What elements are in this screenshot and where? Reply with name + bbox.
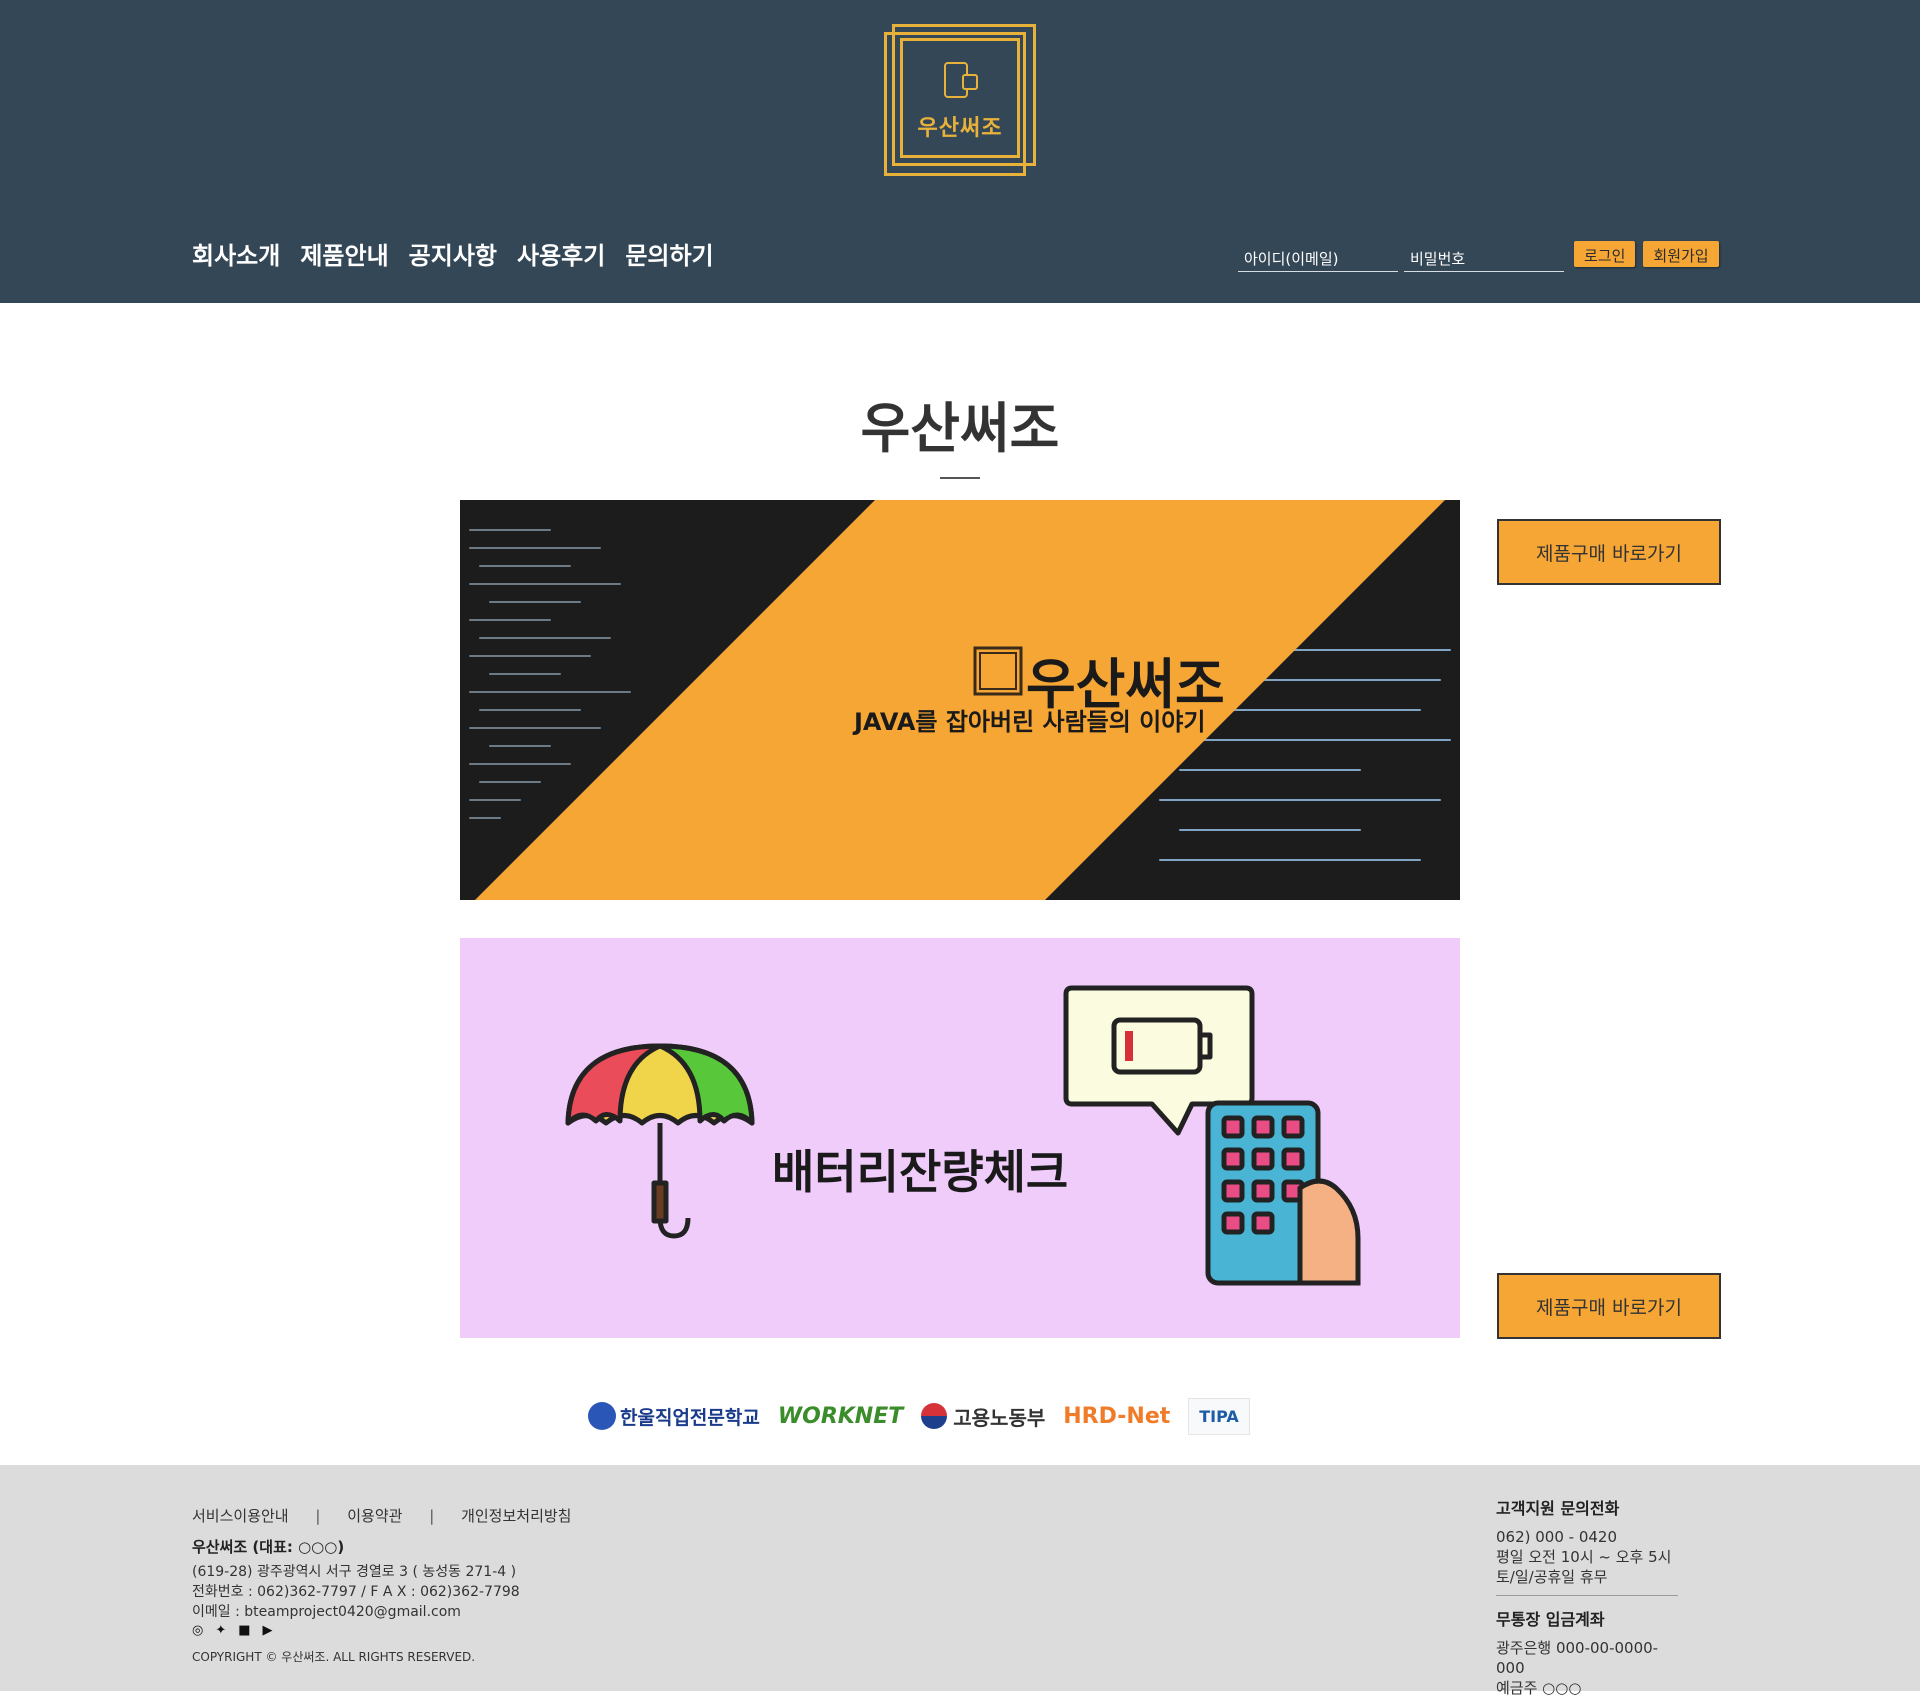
id-input[interactable] — [1238, 240, 1398, 272]
nav-products[interactable]: 제품안내 — [300, 236, 388, 271]
bank-account: 광주은행 000-00-0000-000 — [1496, 1639, 1659, 1677]
footer-divider — [1496, 1595, 1678, 1596]
company-name: 우산써조 (대표: ○○○) — [192, 1538, 345, 1556]
partner-worknet[interactable]: WORKNET — [778, 1404, 903, 1429]
signup-button[interactable]: 회원가입 — [1643, 241, 1719, 267]
banner-illustration — [460, 500, 1460, 900]
nav-company[interactable]: 회사소개 — [192, 236, 280, 271]
company-email: 이메일 : bteamproject0420@gmail.com — [192, 1604, 461, 1620]
buy-button[interactable]: 제품구매 바로가기 — [1497, 519, 1721, 585]
support-holiday: 토/일/공휴일 휴무 — [1496, 1568, 1608, 1586]
bank-title: 무통장 입금계좌 — [1496, 1610, 1605, 1629]
nav-inquiry[interactable]: 문의하기 — [625, 236, 713, 271]
footer-separator: | — [429, 1507, 435, 1525]
banner-subtitle: JAVA를 잡아버린 사람들의 이야기 — [854, 708, 1206, 736]
partner-tipa[interactable]: TIPA — [1188, 1397, 1250, 1435]
partner-hanul[interactable]: 한울직업전문학교 — [588, 1402, 760, 1430]
site-footer: 서비스이용안내 | 이용약관 | 개인정보처리방침 우산써조 (대표: ○○○)… — [0, 1465, 1920, 1697]
logo[interactable]: 우산써조 — [884, 24, 1036, 176]
hanul-logo-icon — [588, 1402, 616, 1430]
partner-hrdnet[interactable]: HRD-Net — [1063, 1404, 1170, 1429]
twitter-icon[interactable]: ✦ — [215, 1623, 226, 1638]
nav-reviews[interactable]: 사용후기 — [517, 236, 605, 271]
footer-contact: 고객지원 문의전화 062) 000 - 0420 평일 오전 10시 ~ 오후… — [1496, 1495, 1678, 1698]
login-button[interactable]: 로그인 — [1574, 241, 1636, 267]
nav-notice[interactable]: 공지사항 — [409, 236, 497, 271]
support-title: 고객지원 문의전화 — [1496, 1499, 1620, 1518]
company-address: (619-28) 광주광역시 서구 경열로 3 ( 농성동 271-4 ) — [192, 1564, 517, 1580]
footer-links: 서비스이용안내 | 이용약관 | 개인정보처리방침 — [192, 1505, 571, 1526]
service-guide-link[interactable]: 서비스이용안내 — [192, 1507, 289, 1525]
company-phone-fax: 전화번호 : 062)362-7797 / F A X : 062)362-77… — [192, 1584, 520, 1600]
privacy-link[interactable]: 개인정보처리방침 — [461, 1507, 571, 1525]
bank-holder: 예금주 ○○○ — [1496, 1679, 1582, 1697]
banner-battery-check[interactable]: 배터리잔량체크 — [460, 938, 1460, 1338]
buy-button[interactable]: 제품구매 바로가기 — [1497, 1273, 1721, 1339]
taegeuk-icon — [921, 1403, 948, 1429]
site-header: 우산써조 회사소개 제품안내 공지사항 사용후기 문의하기 로그인 회원가입 — [0, 0, 1920, 303]
partner-logos: 한울직업전문학교 WORKNET 고용노동부 HRD-Net TIPA — [588, 1388, 1336, 1444]
company-info: (619-28) 광주광역시 서구 경열로 3 ( 농성동 271-4 ) 전화… — [192, 1562, 520, 1622]
title-divider — [940, 477, 980, 479]
login-form: 로그인 회원가입 — [1238, 240, 1719, 272]
main-nav: 회사소개 제품안내 공지사항 사용후기 문의하기 — [192, 236, 714, 271]
umbrella-icon — [565, 1043, 755, 1239]
support-phone: 062) 000 - 0420 — [1496, 1528, 1618, 1546]
support-hours: 평일 오전 10시 ~ 오후 5시 — [1496, 1548, 1672, 1566]
page-title: 우산써조 — [860, 397, 1060, 460]
footer-separator: | — [315, 1507, 321, 1525]
banner-java-story[interactable]: 우산써조 JAVA를 잡아버린 사람들의 이야기 — [460, 500, 1460, 900]
play-store-icon[interactable]: ▶ — [263, 1623, 273, 1638]
instagram-icon[interactable]: ◎ — [192, 1623, 203, 1638]
bell-icon — [962, 74, 978, 90]
logo-text: 우산써조 — [917, 116, 1003, 141]
phone-icon — [1205, 1100, 1361, 1286]
terms-link[interactable]: 이용약관 — [347, 1507, 402, 1525]
social-links: ◎ ✦ ■ ▶ — [192, 1623, 273, 1638]
password-input[interactable] — [1404, 240, 1564, 272]
banner-title: 배터리잔량체크 — [772, 1145, 1069, 1199]
copyright: COPYRIGHT © 우산써조. ALL RIGHTS RESERVED. — [192, 1650, 476, 1664]
facebook-icon[interactable]: ■ — [238, 1623, 250, 1638]
partner-moel[interactable]: 고용노동부 — [921, 1402, 1045, 1431]
